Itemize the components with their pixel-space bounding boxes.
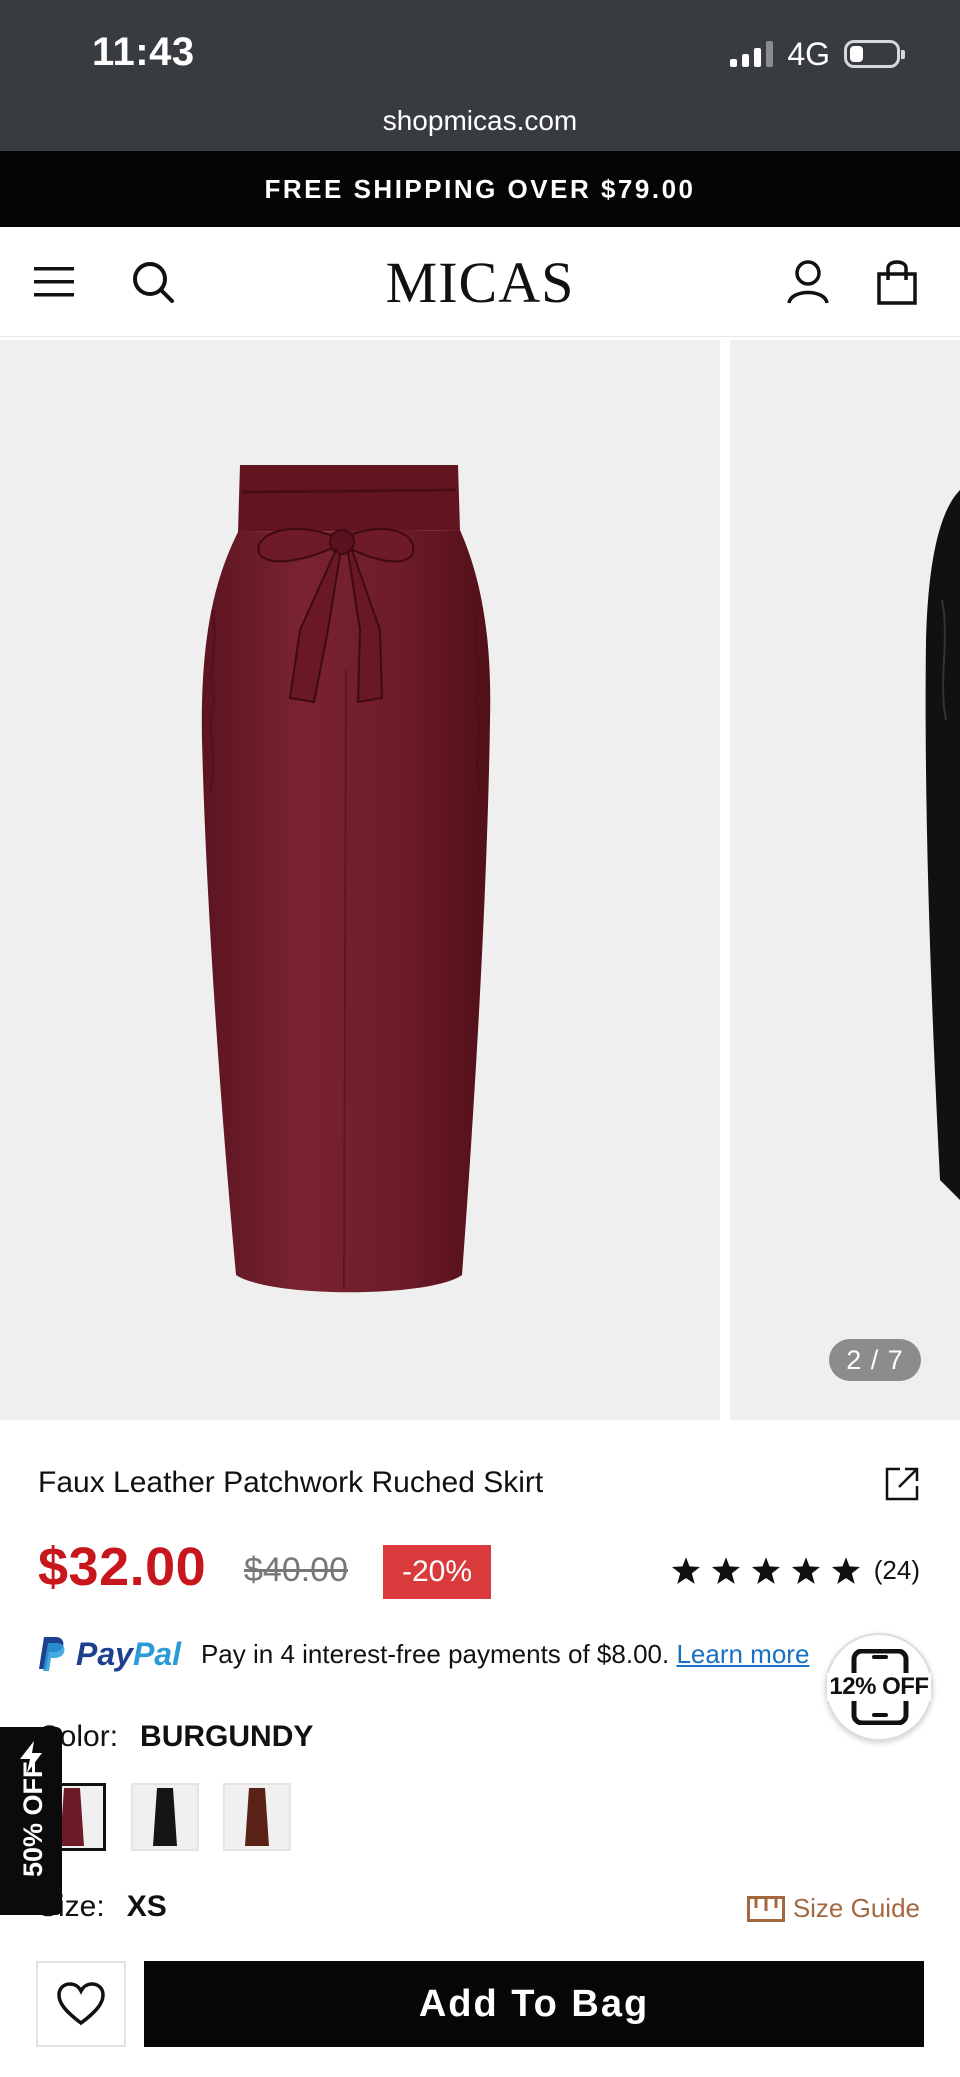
- product-gallery[interactable]: 2 / 7: [0, 340, 960, 1420]
- app-discount-text: 12% OFF: [827, 1673, 931, 1701]
- color-swatch-brown[interactable]: [223, 1783, 291, 1851]
- promo-text: FREE SHIPPING OVER $79.00: [264, 173, 696, 204]
- signal-icon: [730, 41, 774, 67]
- product-image-skirt-black[interactable]: [730, 340, 960, 1420]
- discount-badge: -20%: [383, 1545, 491, 1599]
- wishlist-button[interactable]: [36, 1961, 126, 2047]
- paypal-wordmark: PayPal: [76, 1636, 181, 1673]
- paypal-message: PayPal Pay in 4 interest-free payments o…: [38, 1634, 809, 1674]
- paypal-learn-more-link[interactable]: Learn more: [676, 1639, 809, 1669]
- size-guide-link[interactable]: Size Guide: [746, 1893, 920, 1924]
- star-icon: [791, 1557, 820, 1584]
- size-guide-label: Size Guide: [792, 1893, 920, 1923]
- app-discount-badge[interactable]: 12% OFF: [825, 1633, 933, 1741]
- color-value: BURGUNDY: [140, 1720, 314, 1753]
- compare-price: $40.00: [244, 1551, 348, 1589]
- product-image-skirt-burgundy[interactable]: [0, 340, 720, 1420]
- paypal-wordmark-pal: Pal: [132, 1635, 181, 1672]
- paypal-installment-copy: Pay in 4 interest-free payments of $8.00…: [200, 1638, 677, 1669]
- status-time: 11:43: [92, 30, 195, 74]
- paypal-wordmark-pay: Pay: [76, 1635, 133, 1672]
- color-label-row: Color: BURGUNDY: [38, 1720, 313, 1754]
- gallery-counter: 2 / 7: [829, 1339, 921, 1381]
- heart-icon: [57, 1982, 105, 2026]
- promo-banner: FREE SHIPPING OVER $79.00: [0, 151, 960, 227]
- bag-icon[interactable]: [870, 255, 924, 309]
- star-icon: [671, 1557, 700, 1584]
- ruler-icon: [746, 1895, 785, 1922]
- product-title: Faux Leather Patchwork Ruched Skirt: [38, 1466, 544, 1499]
- side-promo-tab[interactable]: 50% OFF: [0, 1727, 62, 1915]
- url-text: shopmicas.com: [382, 105, 578, 136]
- size-value: XS: [126, 1890, 167, 1923]
- paypal-logo-icon: [39, 1637, 65, 1671]
- account-icon[interactable]: [781, 255, 835, 309]
- star-icon: [831, 1557, 860, 1584]
- review-count: (24): [873, 1555, 920, 1585]
- status-bar: 11:43 4G: [0, 0, 960, 108]
- url-bar[interactable]: shopmicas.com: [0, 105, 960, 151]
- star-icon: [751, 1557, 780, 1584]
- product-rating[interactable]: (24): [671, 1555, 920, 1586]
- paypal-installment-text: Pay in 4 interest-free payments of $8.00…: [201, 1639, 809, 1670]
- site-header: MICAS: [0, 227, 960, 337]
- rating-stars: [671, 1557, 860, 1584]
- color-swatch-black[interactable]: [131, 1783, 199, 1851]
- status-indicators: 4G: [730, 35, 905, 72]
- add-to-bag-button[interactable]: Add To Bag: [144, 1961, 924, 2047]
- star-icon: [711, 1557, 740, 1584]
- battery-icon: [844, 40, 905, 68]
- share-icon[interactable]: [884, 1466, 920, 1502]
- network-type: 4G: [787, 35, 830, 72]
- product-price: $32.00: [38, 1537, 207, 1597]
- side-promo-text: 50% OFF: [18, 1761, 48, 1877]
